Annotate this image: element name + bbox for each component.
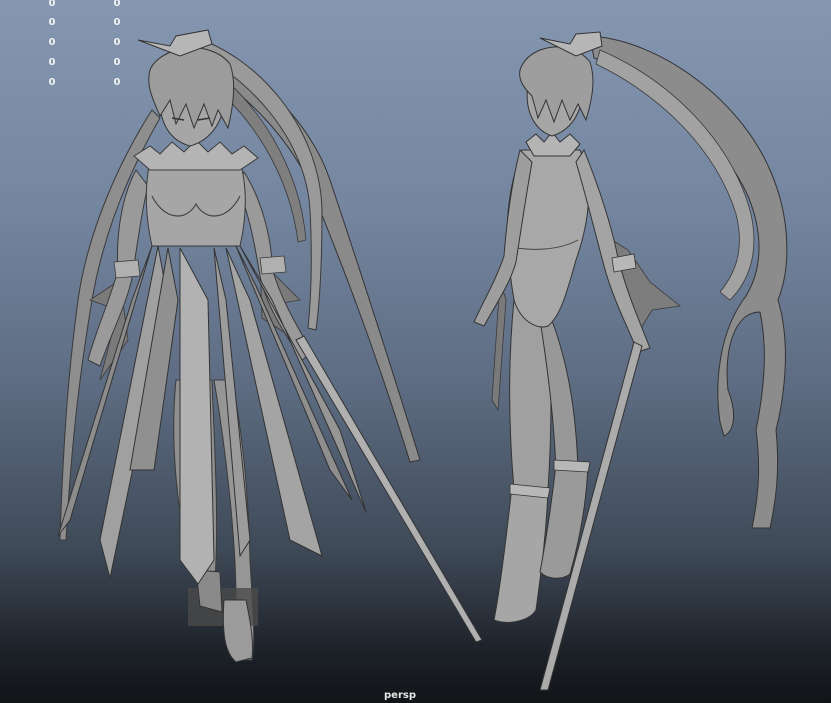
camera-name-label: persp	[384, 690, 416, 701]
wrist-ruffle-right	[259, 255, 287, 275]
collar-ruffle	[133, 139, 259, 171]
boot-left	[493, 485, 549, 623]
arm-right	[575, 148, 651, 353]
wrist-ruffle-left	[113, 259, 141, 279]
boot-cuff-right	[553, 459, 591, 473]
boot-right	[222, 599, 253, 663]
scene-render[interactable]	[0, 0, 831, 703]
character-model-body[interactable]	[473, 31, 788, 691]
maya-perspective-viewport[interactable]: 0 0 0 0 0 0 0 0 0 0 persp	[0, 0, 831, 703]
character-model-dress[interactable]	[57, 29, 483, 663]
